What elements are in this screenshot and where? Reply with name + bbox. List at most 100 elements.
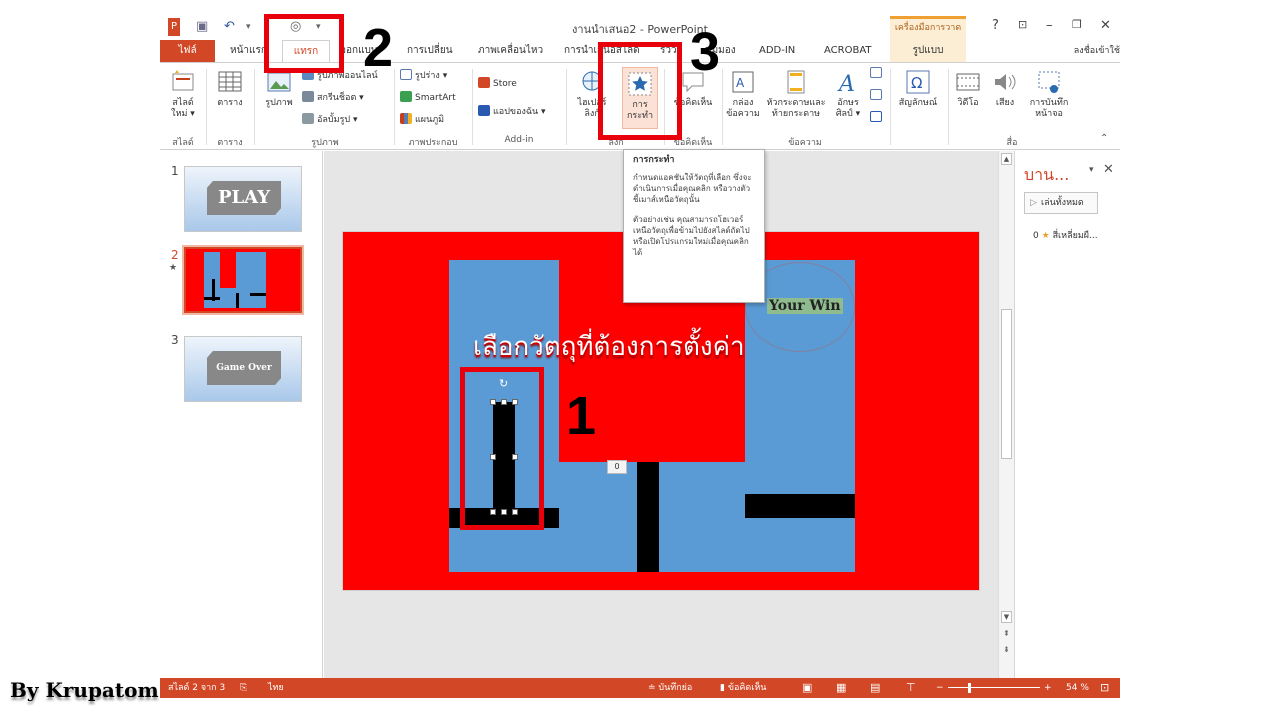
- step-number-1: 1: [566, 386, 597, 446]
- thumbnail-maze-shape: [220, 252, 236, 288]
- slideshow-view-icon[interactable]: ⊤: [906, 678, 916, 698]
- scrollbar-thumb[interactable]: [1001, 309, 1012, 459]
- screen-recording-button[interactable]: การบันทึก หน้าจอ: [1024, 69, 1074, 120]
- close-pane-icon[interactable]: ✕: [1103, 162, 1114, 177]
- tab-file[interactable]: ไฟล์: [160, 40, 215, 62]
- group-separator: [566, 69, 567, 145]
- video-button[interactable]: วิดีโอ: [950, 69, 986, 109]
- tooltip-example: ตัวอย่างเช่น คุณสามารถโฮเวอร์เหนือวัตถุเ…: [633, 215, 750, 257]
- smartart-label: SmartArt: [415, 93, 456, 103]
- audio-button[interactable]: เสียง: [988, 69, 1022, 109]
- object-icon: [870, 111, 882, 122]
- scroll-up-icon[interactable]: ▲: [1001, 153, 1012, 165]
- highlight-box-selected-object: [460, 367, 544, 530]
- screenshot-stage: P ▣ ↶ ▾ ◎ ▾ งานนำเสนอ2 - PowerPoint เครื…: [0, 0, 1280, 720]
- photo-album-icon: [302, 113, 314, 124]
- black-bar-bottom-center[interactable]: [637, 462, 659, 572]
- step-number-3: 3: [690, 22, 721, 82]
- chart-label: แผนภูมิ: [415, 115, 445, 125]
- pictures-button[interactable]: รูปภาพ: [260, 69, 298, 109]
- action-tooltip: การกระทำ กำหนดแอคชันให้วัตถุที่เลือก ซึ่…: [623, 149, 765, 303]
- store-icon: [478, 77, 490, 88]
- black-bar-right[interactable]: [745, 494, 855, 518]
- close-button[interactable]: ✕: [1100, 18, 1111, 33]
- group-separator: [394, 69, 395, 145]
- animation-item-label: สี่เหลี่ยมผื...: [1052, 231, 1098, 241]
- tab-acrobat[interactable]: ACROBAT: [824, 40, 872, 62]
- omega-icon: Ω: [906, 70, 930, 94]
- zoom-slider[interactable]: [948, 687, 1040, 688]
- previous-slide-icon[interactable]: ⇞: [1003, 629, 1010, 638]
- pane-options-icon[interactable]: ▾: [1089, 165, 1094, 175]
- svg-text:Ω: Ω: [911, 74, 922, 92]
- minimize-button[interactable]: –: [1046, 18, 1053, 33]
- svg-text:A: A: [736, 76, 745, 90]
- slide-thumbnail-1[interactable]: PLAY: [184, 166, 302, 232]
- help-button[interactable]: ?: [992, 18, 999, 33]
- tab-addin[interactable]: ADD-IN: [759, 40, 795, 62]
- normal-view-icon[interactable]: ▣: [802, 678, 812, 698]
- animation-pane-title: บาน...: [1024, 165, 1070, 184]
- tab-home[interactable]: หน้าแรก: [230, 40, 267, 62]
- next-slide-icon[interactable]: ⇟: [1003, 645, 1010, 654]
- chart-button[interactable]: แผนภูมิ: [400, 113, 444, 127]
- table-button[interactable]: ตาราง: [212, 69, 248, 109]
- animation-list-item[interactable]: 0 ★ สี่เหลี่ยมผื...: [1033, 228, 1098, 242]
- zoom-slider-knob[interactable]: [968, 683, 971, 693]
- slide-number-icon: [870, 89, 882, 100]
- collapse-ribbon-icon[interactable]: ⌃: [1100, 133, 1108, 144]
- textbox-button[interactable]: A กล่อง ข้อความ: [724, 69, 762, 120]
- thumbnail-maze-shape: [236, 293, 239, 308]
- notes-button[interactable]: ≐ บันทึกย่อ: [648, 678, 692, 698]
- my-addins-button[interactable]: แอปของฉัน ▾: [478, 105, 546, 119]
- table-icon: [218, 71, 242, 92]
- smartart-button[interactable]: SmartArt: [400, 91, 456, 105]
- group-label-illustrations: ภาพประกอบ: [408, 138, 458, 148]
- ribbon-display-button[interactable]: ⊡: [1018, 18, 1027, 31]
- shapes-button[interactable]: รูปร่าง ▾: [400, 69, 447, 83]
- author-watermark: By Krupatom: [10, 678, 159, 702]
- screenshot-icon: [302, 91, 314, 102]
- group-label-text: ข้อความ: [788, 138, 822, 148]
- slide-sorter-icon[interactable]: ▦: [836, 678, 846, 698]
- tab-format[interactable]: รูปแบบ: [890, 40, 966, 62]
- slide-number: 2: [171, 248, 179, 262]
- slide-thumbnail-3[interactable]: Game Over: [184, 336, 302, 402]
- slide-thumbnail-2[interactable]: [182, 245, 304, 315]
- screenshot-button[interactable]: สกรีนช็อต ▾: [302, 91, 364, 105]
- restore-button[interactable]: ❐: [1072, 18, 1082, 31]
- symbols-button[interactable]: Ω สัญลักษณ์: [892, 69, 944, 109]
- reading-view-icon[interactable]: ▤: [870, 678, 880, 698]
- zoom-level[interactable]: 54 %: [1066, 678, 1089, 698]
- sign-in-link[interactable]: ลงชื่อเข้าใช้: [1074, 40, 1120, 62]
- wordart-button[interactable]: A อักษร ศิลป์ ▾: [830, 69, 866, 120]
- new-slide-icon: [172, 70, 194, 91]
- tab-transitions[interactable]: การเปลี่ยน: [407, 40, 453, 62]
- wordart-icon: A: [837, 72, 855, 95]
- table-label: ตาราง: [217, 98, 243, 108]
- animation-pane: บาน... ▾ ✕ ▷ เล่นทั้งหมด 0 ★ สี่เหลี่ยมผ…: [1014, 151, 1120, 678]
- zoom-in-icon[interactable]: +: [1044, 678, 1052, 698]
- scroll-down-icon[interactable]: ▼: [1001, 611, 1012, 623]
- slide-number-button[interactable]: [870, 89, 885, 103]
- tab-animations[interactable]: ภาพเคลื่อนไหว: [478, 40, 543, 62]
- language-indicator[interactable]: ไทย: [268, 678, 284, 698]
- object-button[interactable]: [870, 111, 885, 125]
- your-win-text[interactable]: Your Win: [767, 298, 843, 314]
- fit-slide-icon[interactable]: ⊡: [1100, 678, 1109, 698]
- spellcheck-icon[interactable]: ⎘: [240, 678, 247, 698]
- game-over-shape: Game Over: [207, 351, 281, 385]
- svg-text:A: A: [837, 72, 855, 95]
- vertical-scrollbar[interactable]: ▲ ▼ ⇞ ⇟: [998, 151, 1014, 678]
- photo-album-button[interactable]: อัลบั้มรูป ▾: [302, 113, 358, 127]
- group-separator: [948, 69, 949, 145]
- highlight-box-insert-tab: [264, 14, 344, 73]
- date-time-button[interactable]: [870, 67, 885, 81]
- zoom-out-icon[interactable]: −: [936, 678, 944, 698]
- store-button[interactable]: Store: [478, 77, 517, 91]
- new-slide-button[interactable]: สไลด์ ใหม่ ▾: [166, 69, 200, 120]
- header-footer-button[interactable]: หัวกระดาษและ ท้ายกระดาษ: [764, 69, 828, 120]
- play-all-button[interactable]: ▷ เล่นทั้งหมด: [1024, 192, 1098, 214]
- slide-caption[interactable]: เลือกวัตถุที่ต้องการตั้งค่า: [473, 326, 745, 367]
- comments-button[interactable]: ▮ ข้อคิดเห็น: [720, 678, 766, 698]
